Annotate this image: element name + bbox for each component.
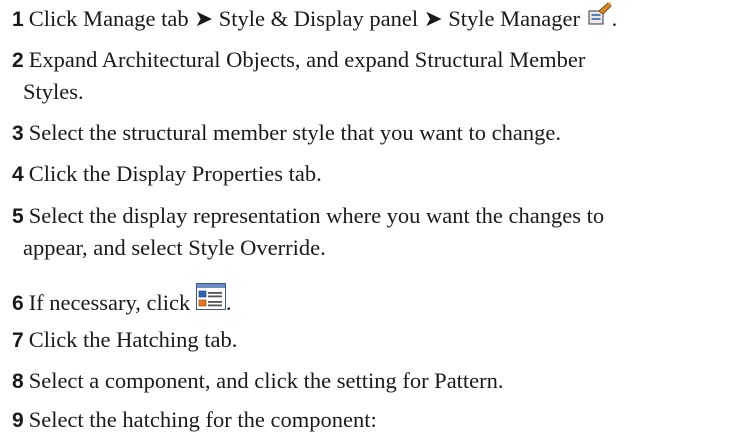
step-9: 9 Select the hatching for the component: [12,404,752,436]
step-number: 2 [12,49,24,72]
step-number: 1 [12,8,24,31]
step-text-line2: appear, and select Style Override. [23,235,326,260]
style-manager-icon [586,2,612,26]
step-6: 6 If necessary, click . [12,283,752,319]
step-5: 5 Select the display representation where… [12,200,752,263]
step-1: 1 Click Manage tab ➤ Style & Display pane… [12,2,752,35]
step-text: If necessary, click [28,290,191,315]
step-text-line2: Styles. [23,79,84,104]
step-number: 6 [12,292,24,315]
step-number: 3 [12,122,24,145]
step-2: 2 Expand Architectural Objects, and expan… [12,44,752,107]
step-number: 8 [12,370,24,393]
step-text: Select the structural member style that … [28,120,562,145]
step-text: Click the Hatching tab. [28,327,238,352]
step-number: 9 [12,409,24,432]
step-7: 7 Click the Hatching tab. [12,324,752,356]
style-override-icon [195,283,226,310]
step-text-line1: Expand Architectural Objects, and expand… [28,47,586,72]
step-number: 4 [12,163,24,186]
step-text: Select a component, and click the settin… [28,368,504,393]
step-tail: . [611,6,618,31]
step-number: 5 [12,205,24,228]
step-3: 3 Select the structural member style that… [12,117,752,149]
step-number: 7 [12,329,24,352]
step-8: 8 Select a component, and click the setti… [12,365,752,397]
step-text: Select the hatching for the component: [28,407,377,432]
step-text-line1: Select the display representation where … [28,203,605,228]
step-4: 4 Click the Display Properties tab. [12,158,752,190]
step-text: Click the Display Properties tab. [28,161,322,186]
step-text: Click Manage tab ➤ Style & Display panel… [28,6,581,31]
step-tail: . [225,290,232,315]
